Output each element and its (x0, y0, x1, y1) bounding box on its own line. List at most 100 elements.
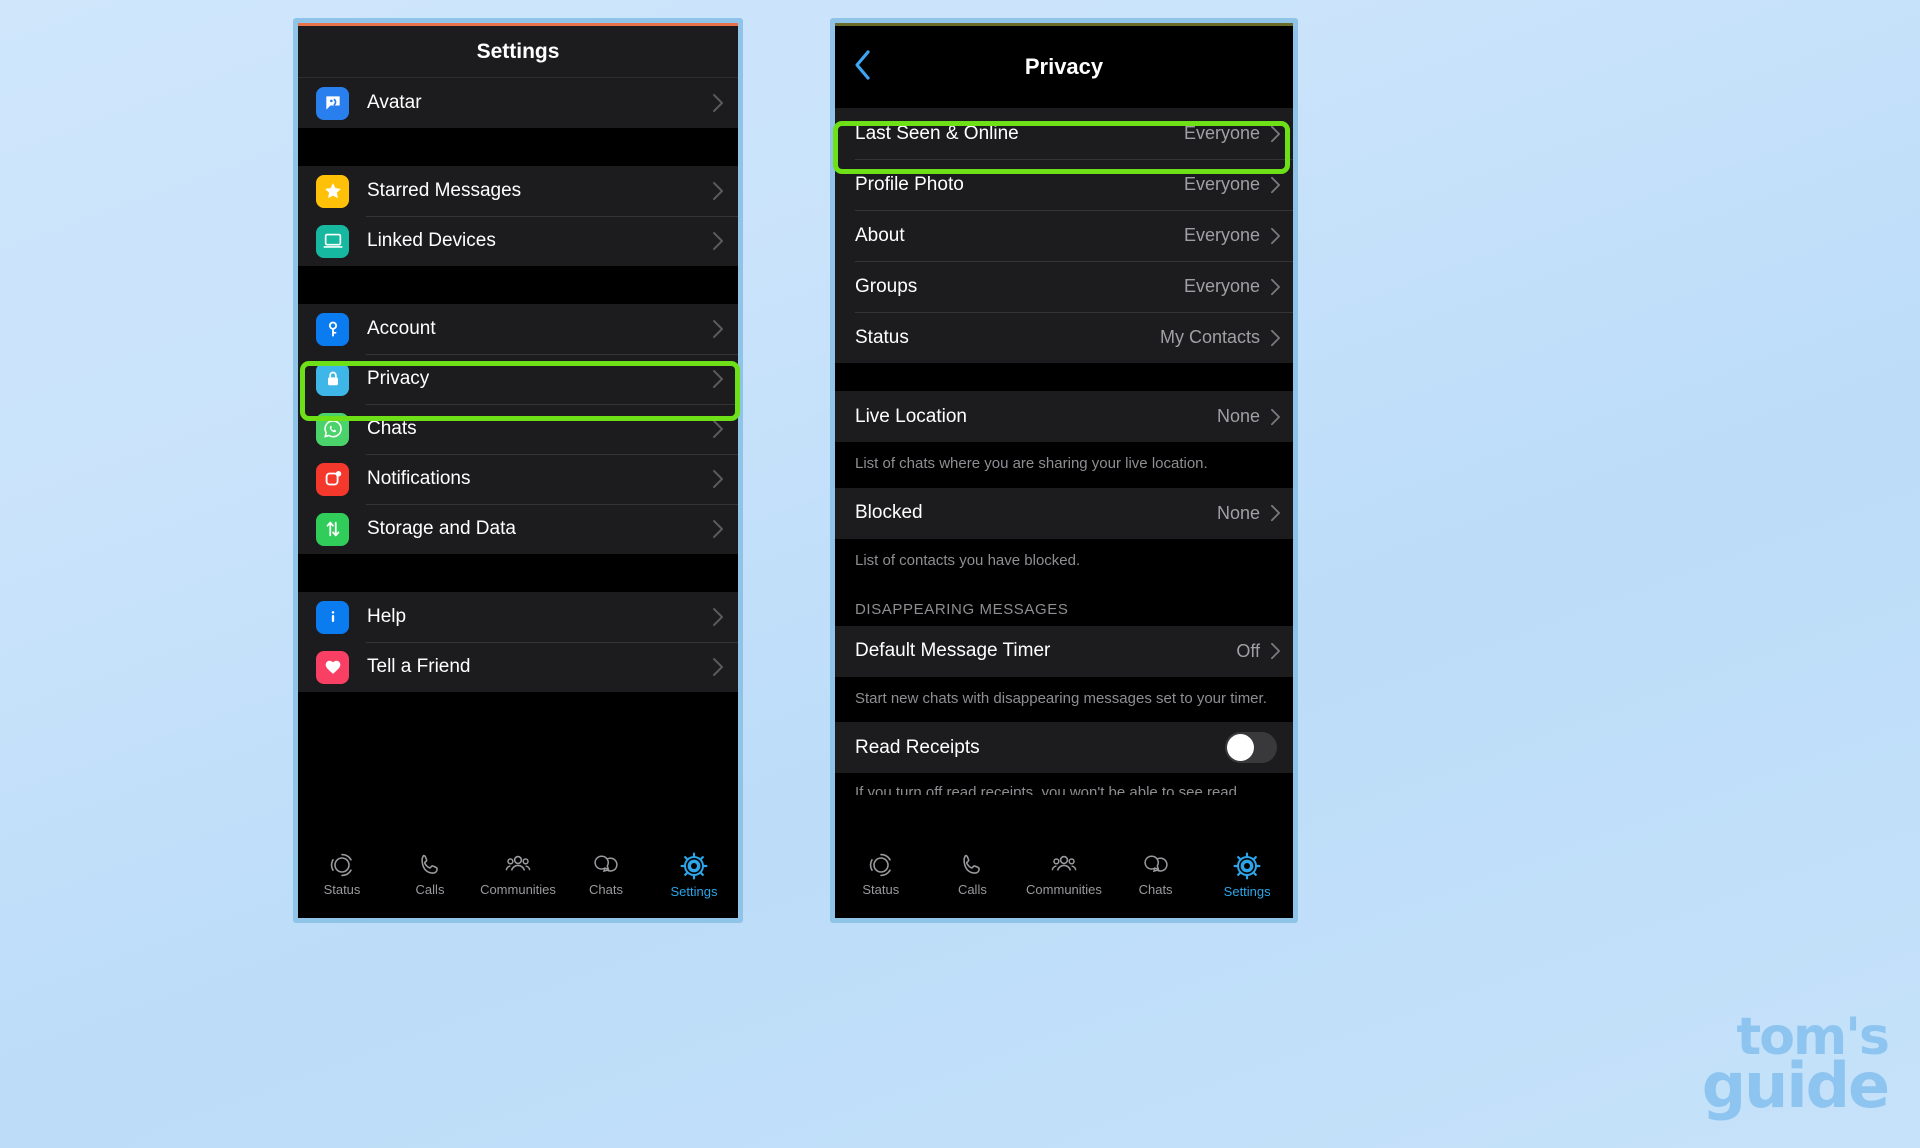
tab-label: Settings (1223, 884, 1271, 899)
privacy-nav-bar: Privacy (835, 26, 1293, 108)
chat-bubbles-icon (592, 852, 620, 878)
tab-label: Settings (670, 884, 718, 899)
chevron-right-icon (1270, 227, 1281, 245)
arrows-updown-icon (316, 512, 349, 546)
privacy-row-label: Status (855, 326, 909, 348)
privacy-row-label: Last Seen & Online (855, 122, 1019, 144)
privacy-row-value: Everyone (1183, 225, 1260, 245)
privacy-row-groups[interactable]: Groups Everyone (835, 261, 1293, 312)
settings-group-1: Avatar (298, 78, 738, 128)
phone-icon (417, 852, 443, 878)
info-icon (316, 600, 349, 634)
tab-bar: Status Calls Communities Chats Settings (835, 846, 1293, 918)
laptop-icon (316, 224, 349, 258)
tab-status[interactable]: Status (835, 852, 927, 897)
status-ring-icon (329, 852, 355, 878)
privacy-screen: Privacy Last Seen & Online Everyone Prof… (835, 23, 1293, 918)
lock-icon (316, 362, 349, 396)
settings-group-4: Help Tell a Friend (298, 592, 738, 692)
sidebar-item-privacy[interactable]: Privacy (298, 354, 738, 404)
chevron-left-icon[interactable] (849, 48, 877, 82)
default-timer-description: Start new chats with disappearing messag… (835, 676, 1293, 723)
tab-communities[interactable]: Communities (1018, 852, 1110, 897)
tab-chats[interactable]: Chats (1110, 852, 1202, 897)
settings-screen: Settings Avatar Starred Messages Linked … (298, 23, 738, 918)
privacy-row-last-seen[interactable]: Last Seen & Online Everyone (835, 108, 1293, 159)
settings-phone: Settings Avatar Starred Messages Linked … (293, 18, 743, 923)
chevron-right-icon (1270, 642, 1281, 660)
sidebar-item-chats[interactable]: Chats (298, 404, 738, 454)
tab-label: Calls (415, 882, 445, 897)
privacy-row-default-message-timer[interactable]: Default Message Timer Off (835, 625, 1293, 677)
sidebar-item-label: Chats (367, 418, 417, 439)
privacy-row-status[interactable]: Status My Contacts (835, 312, 1293, 363)
tab-chats[interactable]: Chats (562, 852, 650, 897)
chevron-right-icon (712, 231, 724, 251)
sidebar-item-avatar[interactable]: Avatar (298, 78, 738, 128)
tab-bar: Status Calls Communities Chats Settings (298, 846, 738, 918)
sidebar-item-account[interactable]: Account (298, 304, 738, 354)
privacy-row-about[interactable]: About Everyone (835, 210, 1293, 261)
tab-calls[interactable]: Calls (386, 852, 474, 897)
gear-icon (680, 852, 708, 880)
tab-label: Chats (1138, 882, 1173, 897)
sidebar-item-notifications[interactable]: Notifications (298, 454, 738, 504)
sidebar-item-label: Avatar (367, 92, 422, 113)
tab-settings[interactable]: Settings (1201, 852, 1293, 899)
tab-label: Status (862, 882, 900, 897)
toggle-knob (1227, 734, 1254, 762)
chevron-right-icon (712, 519, 724, 539)
sidebar-item-storage-and-data[interactable]: Storage and Data (298, 504, 738, 554)
chevron-right-icon (1270, 125, 1281, 143)
watermark-line-2: guide (1701, 1048, 1890, 1122)
people-icon (504, 852, 532, 878)
tab-label: Chats (589, 882, 623, 897)
privacy-row-read-receipts[interactable]: Read Receipts (835, 722, 1293, 774)
privacy-row-label: Profile Photo (855, 173, 964, 195)
group-spacer (298, 554, 738, 592)
chevron-right-icon (712, 607, 724, 627)
chevron-right-icon (1270, 329, 1281, 347)
group-spacer (298, 128, 738, 166)
privacy-row-live-location[interactable]: Live Location None (835, 391, 1293, 442)
read-receipts-toggle[interactable] (1225, 732, 1277, 764)
gear-icon (1233, 852, 1261, 880)
sidebar-item-tell-a-friend[interactable]: Tell a Friend (298, 642, 738, 692)
status-ring-icon (868, 852, 894, 878)
privacy-row-label: Read Receipts (855, 736, 980, 758)
group-spacer (835, 363, 1293, 391)
sidebar-item-linked-devices[interactable]: Linked Devices (298, 216, 738, 266)
sidebar-item-starred-messages[interactable]: Starred Messages (298, 166, 738, 216)
chat-bubbles-icon (1142, 852, 1170, 878)
group-spacer (298, 266, 738, 304)
sidebar-item-label: Starred Messages (367, 180, 522, 201)
read-receipts-description: If you turn off read receipts, you won't… (835, 773, 1293, 796)
toms-guide-watermark: tom's guide (1701, 1011, 1890, 1122)
sidebar-item-label: Help (367, 606, 407, 627)
sidebar-item-label: Notifications (367, 468, 471, 489)
settings-group-2: Starred Messages Linked Devices (298, 166, 738, 266)
tab-calls[interactable]: Calls (927, 852, 1019, 897)
phone-icon (959, 852, 985, 878)
privacy-row-value: Everyone (1183, 123, 1260, 143)
tab-communities[interactable]: Communities (474, 852, 562, 897)
privacy-row-blocked[interactable]: Blocked None (835, 487, 1293, 539)
tab-label: Calls (957, 882, 987, 897)
live-location-description: List of chats where you are sharing your… (835, 442, 1293, 488)
sidebar-item-label: Linked Devices (367, 230, 496, 251)
chevron-right-icon (712, 319, 724, 339)
sidebar-item-help[interactable]: Help (298, 592, 738, 642)
chevron-right-icon (712, 469, 724, 489)
privacy-row-value: None (1216, 406, 1260, 426)
heart-icon (316, 650, 349, 684)
sidebar-item-label: Privacy (367, 368, 430, 389)
chevron-right-icon (712, 93, 724, 113)
privacy-row-profile-photo[interactable]: Profile Photo Everyone (835, 159, 1293, 210)
people-icon (1050, 852, 1078, 878)
privacy-phone: Privacy Last Seen & Online Everyone Prof… (830, 18, 1298, 923)
tab-status[interactable]: Status (298, 852, 386, 897)
tab-settings[interactable]: Settings (650, 852, 738, 899)
sidebar-item-label: Account (367, 318, 436, 339)
whatsapp-icon (316, 412, 349, 446)
privacy-row-value: Everyone (1183, 174, 1260, 194)
